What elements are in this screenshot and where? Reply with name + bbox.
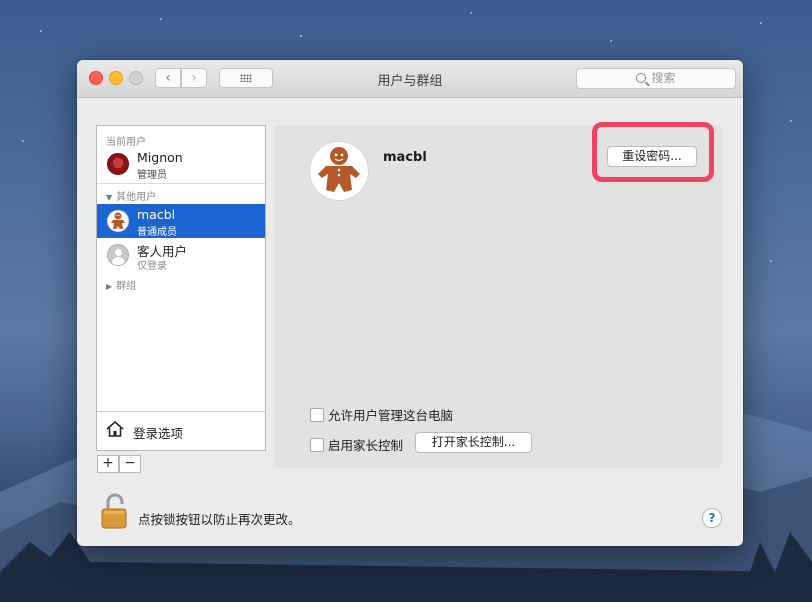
divider [97,183,265,184]
user-role: 管理员 [137,170,167,181]
login-options-label: 登录选项 [133,426,184,441]
allow-admin-checkbox[interactable] [310,408,324,422]
parental-controls-checkbox-row[interactable]: 启用家长控制 [310,435,403,454]
user-name: macbl [137,207,176,222]
selected-user-name: macbl [383,150,427,165]
help-button[interactable]: ? [702,508,722,528]
gingerbread-avatar-icon [107,210,129,232]
disclosure-collapsed-icon: ▶ [106,282,113,291]
login-options-item[interactable]: 登录选项 [97,411,265,450]
open-parental-controls-button[interactable]: 打开家长控制... [415,432,532,453]
reset-password-button[interactable]: 重设密码... [607,146,697,167]
gingerbread-icon [318,147,360,192]
lock-instruction: 点按锁按钮以防止再次更改。 [138,512,301,527]
user-role: 仅登录 [137,261,167,272]
add-user-button[interactable]: + [97,455,119,473]
groups-header[interactable]: ▶ 群组 [106,277,136,292]
remove-user-button[interactable]: − [119,455,141,473]
user-row-guest[interactable]: 客人用户 仅登录 [97,238,265,272]
add-remove-bar: + − [96,451,266,473]
user-name: Mignon [137,150,183,165]
parental-controls-label: 启用家长控制 [328,438,404,453]
search-field[interactable]: 搜索 [576,68,736,89]
user-picture[interactable] [309,141,369,201]
search-icon [636,73,647,83]
guest-avatar-icon [107,244,129,266]
parental-controls-checkbox[interactable] [310,438,324,452]
allow-admin-checkbox-row[interactable]: 允许用户管理这台电脑 [310,405,453,424]
other-users-header[interactable]: ▼ 其他用户 [106,188,156,203]
search-placeholder: 搜索 [651,71,676,85]
users-sidebar: 当前用户 Mignon 管理员 ▼ 其他用户 macbl 普通成员 客人用户 仅登… [96,125,266,451]
user-row-mignon[interactable]: Mignon 管理员 [97,147,265,181]
allow-admin-label: 允许用户管理这台电脑 [328,408,454,423]
user-role: 普通成员 [137,227,177,238]
lock-icon[interactable] [99,493,129,529]
house-icon [106,421,124,437]
user-detail-panel: macbl 重设密码... 允许用户管理这台电脑 启用家长控制 打开家长控制..… [274,122,722,468]
title-bar: ‹ › 用户与群组 搜索 [77,60,743,98]
disclosure-expanded-icon: ▼ [106,193,113,202]
avatar [107,153,129,175]
current-user-header: 当前用户 [106,137,146,148]
users-groups-window: ‹ › 用户与群组 搜索 当前用户 Mignon 管理员 ▼ 其他用户 macbl… [77,60,743,546]
user-row-macbl[interactable]: macbl 普通成员 [97,204,265,238]
